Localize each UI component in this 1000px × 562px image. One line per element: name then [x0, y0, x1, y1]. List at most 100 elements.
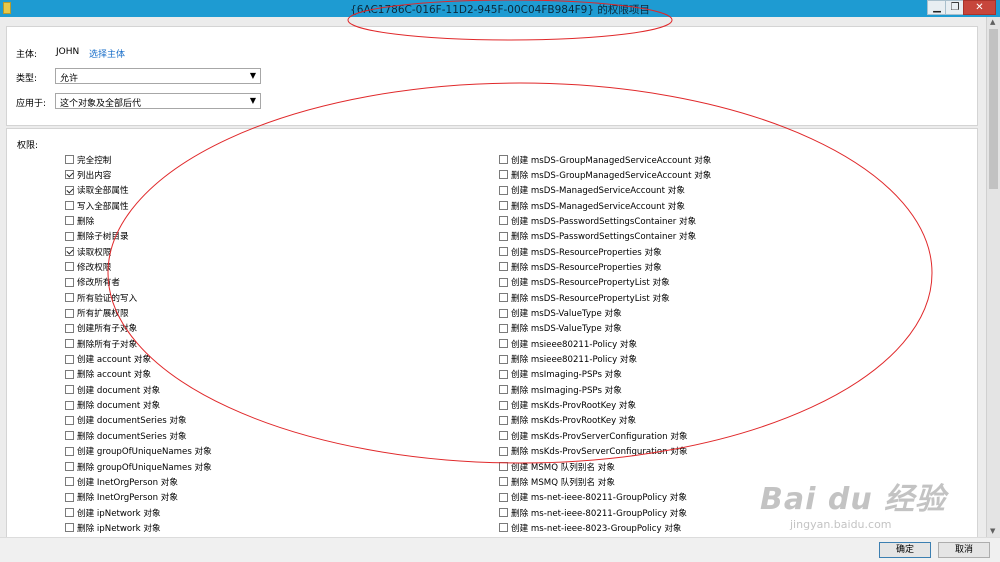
permission-row[interactable]: 删除 msKds-ProvServerConfiguration 对象: [499, 444, 688, 459]
permission-row[interactable]: 创建 msDS-ManagedServiceAccount 对象: [499, 183, 685, 198]
permission-row[interactable]: 创建 ipNetwork 对象: [65, 505, 161, 520]
permission-checkbox[interactable]: [499, 185, 508, 195]
permission-checkbox[interactable]: [65, 201, 74, 211]
select-principal-link[interactable]: 选择主体: [89, 47, 125, 60]
permission-checkbox[interactable]: [65, 446, 74, 456]
permission-row[interactable]: 读取全部属性: [65, 183, 129, 198]
permission-checkbox[interactable]: [499, 277, 508, 287]
close-button[interactable]: ✕: [963, 0, 996, 15]
permission-row[interactable]: 删除 msDS-PasswordSettingsContainer 对象: [499, 229, 696, 244]
permission-checkbox[interactable]: [65, 262, 74, 272]
permission-row[interactable]: 删除 msDS-ManagedServiceAccount 对象: [499, 198, 685, 213]
permission-row[interactable]: 读取权限: [65, 244, 111, 259]
permission-checkbox[interactable]: [65, 185, 74, 195]
permission-row[interactable]: 创建 msDS-PasswordSettingsContainer 对象: [499, 213, 696, 228]
ok-button[interactable]: 确定: [879, 542, 931, 558]
permission-row[interactable]: 删除 groupOfUniqueNames 对象: [65, 459, 212, 474]
vertical-scrollbar[interactable]: ▲ ▼: [986, 17, 1000, 537]
permission-checkbox[interactable]: [65, 155, 74, 164]
permission-checkbox[interactable]: [65, 508, 74, 518]
permission-row[interactable]: 创建 documentSeries 对象: [65, 413, 187, 428]
permission-checkbox[interactable]: [499, 339, 508, 349]
permission-row[interactable]: 删除 document 对象: [65, 398, 160, 413]
permission-row[interactable]: 修改所有者: [65, 275, 120, 290]
permission-row[interactable]: 删除所有子对象: [65, 336, 137, 351]
permission-checkbox[interactable]: [499, 201, 508, 211]
permission-checkbox[interactable]: [499, 462, 508, 471]
permission-row[interactable]: 删除 InetOrgPerson 对象: [65, 490, 178, 505]
permission-checkbox[interactable]: [65, 308, 74, 318]
permission-row[interactable]: 修改权限: [65, 259, 111, 274]
permission-checkbox[interactable]: [65, 477, 74, 487]
permission-row[interactable]: 创建 msKds-ProvServerConfiguration 对象: [499, 428, 688, 443]
permission-checkbox[interactable]: [499, 508, 508, 518]
permission-checkbox[interactable]: [499, 231, 508, 241]
permission-checkbox[interactable]: [65, 216, 74, 226]
permission-row[interactable]: 创建 ms-net-ieee-80211-GroupPolicy 对象: [499, 490, 687, 505]
permission-row[interactable]: 创建 msDS-ResourcePropertyList 对象: [499, 275, 670, 290]
permission-row[interactable]: 删除 msImaging-PSPs 对象: [499, 382, 622, 397]
permission-row[interactable]: 创建所有子对象: [65, 321, 137, 336]
permission-row[interactable]: 创建 msDS-ResourceProperties 对象: [499, 244, 662, 259]
permission-row[interactable]: 列出内容: [65, 167, 111, 182]
permission-row[interactable]: 删除 documentSeries 对象: [65, 428, 187, 443]
permission-row[interactable]: 创建 account 对象: [65, 352, 151, 367]
cancel-button[interactable]: 取消: [938, 542, 990, 558]
permission-row[interactable]: 删除: [65, 213, 94, 228]
permission-row[interactable]: 删除 msDS-ResourcePropertyList 对象: [499, 290, 670, 305]
permission-row[interactable]: 删除 msDS-ValueType 对象: [499, 321, 622, 336]
permission-row[interactable]: 创建 InetOrgPerson 对象: [65, 474, 178, 489]
permission-checkbox[interactable]: [65, 523, 74, 533]
permission-checkbox[interactable]: [499, 155, 508, 164]
minimize-button[interactable]: ▁: [927, 0, 947, 15]
type-dropdown[interactable]: 允许 ▼: [55, 68, 261, 84]
permission-row[interactable]: 删除 account 对象: [65, 367, 151, 382]
permission-row[interactable]: 创建 msieee80211-Policy 对象: [499, 336, 637, 351]
permission-row[interactable]: 删除 msDS-GroupManagedServiceAccount 对象: [499, 167, 711, 182]
permission-checkbox[interactable]: [65, 277, 74, 287]
permission-checkbox[interactable]: [499, 323, 508, 333]
scroll-up-arrow-icon[interactable]: ▲: [990, 18, 995, 26]
permission-checkbox[interactable]: [65, 369, 74, 379]
permission-checkbox[interactable]: [65, 323, 74, 333]
permission-checkbox[interactable]: [499, 354, 508, 364]
permission-row[interactable]: 创建 msDS-ValueType 对象: [499, 306, 622, 321]
permission-row[interactable]: 所有扩展权限: [65, 306, 129, 321]
permission-checkbox[interactable]: [65, 247, 74, 257]
permission-row[interactable]: 删除 msieee80211-Policy 对象: [499, 352, 637, 367]
scroll-down-arrow-icon[interactable]: ▼: [990, 527, 995, 535]
permission-row[interactable]: 写入全部属性: [65, 198, 129, 213]
permission-row[interactable]: 创建 msKds-ProvRootKey 对象: [499, 398, 636, 413]
permission-row[interactable]: 删除 MSMQ 队列别名 对象: [499, 474, 615, 489]
permission-checkbox[interactable]: [499, 369, 508, 379]
permission-checkbox[interactable]: [499, 523, 508, 533]
permission-checkbox[interactable]: [65, 293, 74, 303]
permission-checkbox[interactable]: [499, 446, 508, 456]
permission-checkbox[interactable]: [499, 400, 508, 410]
permission-row[interactable]: 删除 msKds-ProvRootKey 对象: [499, 413, 636, 428]
permission-row[interactable]: 删除子树目录: [65, 229, 129, 244]
permission-row[interactable]: 创建 msImaging-PSPs 对象: [499, 367, 622, 382]
permission-checkbox[interactable]: [65, 462, 74, 471]
permission-checkbox[interactable]: [65, 492, 74, 502]
permission-checkbox[interactable]: [65, 415, 74, 425]
permission-checkbox[interactable]: [499, 431, 508, 441]
permission-checkbox[interactable]: [65, 385, 74, 395]
permission-row[interactable]: 创建 groupOfUniqueNames 对象: [65, 444, 212, 459]
permission-checkbox[interactable]: [499, 415, 508, 425]
permission-checkbox[interactable]: [65, 339, 74, 349]
permission-row[interactable]: 删除 ipNetwork 对象: [65, 520, 161, 535]
permission-checkbox[interactable]: [499, 216, 508, 226]
permission-checkbox[interactable]: [499, 477, 508, 487]
restore-button[interactable]: ❐: [945, 0, 965, 15]
permission-row[interactable]: 创建 ms-net-ieee-8023-GroupPolicy 对象: [499, 520, 682, 535]
permission-row[interactable]: 删除 msDS-ResourceProperties 对象: [499, 259, 662, 274]
permission-checkbox[interactable]: [65, 354, 74, 364]
applies-to-dropdown[interactable]: 这个对象及全部后代 ▼: [55, 93, 261, 109]
permission-checkbox[interactable]: [499, 492, 508, 502]
permission-row[interactable]: 创建 document 对象: [65, 382, 160, 397]
permission-row[interactable]: 完全控制: [65, 152, 111, 167]
permission-row[interactable]: 所有验证的写入: [65, 290, 137, 305]
scrollbar-thumb[interactable]: [989, 29, 998, 189]
permission-row[interactable]: 删除 ms-net-ieee-80211-GroupPolicy 对象: [499, 505, 687, 520]
